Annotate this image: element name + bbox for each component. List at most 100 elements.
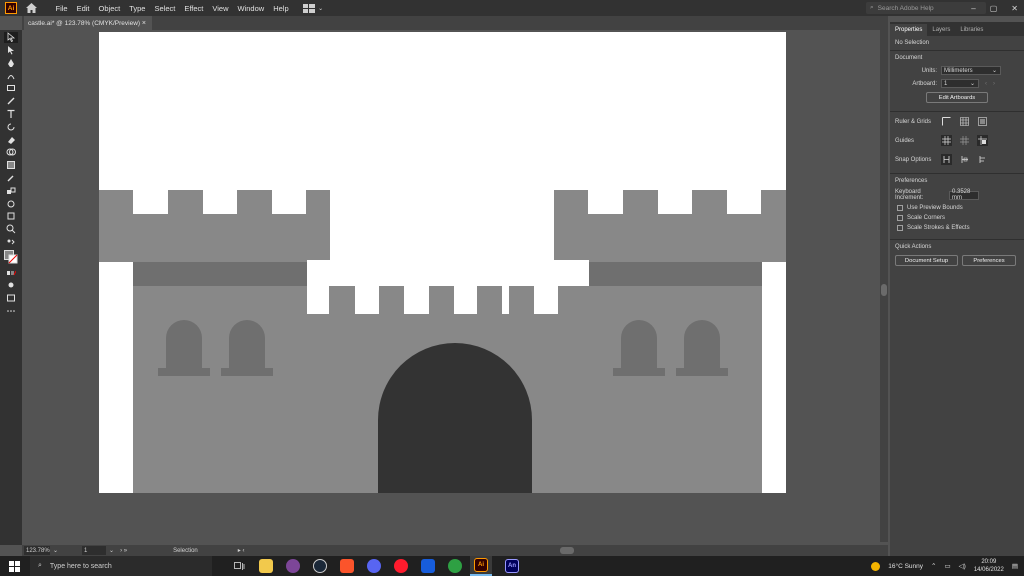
rotate-tool[interactable] (4, 121, 18, 132)
taskbar-search-input[interactable]: ⌕ Type here to search (30, 556, 212, 576)
vertical-scrollbar[interactable] (880, 30, 888, 542)
eraser-tool[interactable] (4, 134, 18, 145)
zoom-level-field[interactable]: 123.78% (24, 546, 50, 555)
units-dropdown[interactable]: Millimeters ⌄ (941, 66, 1001, 75)
notifications-icon[interactable]: ▤ (1012, 562, 1018, 570)
discord-icon[interactable] (367, 559, 381, 573)
tab-libraries[interactable]: Libraries (955, 24, 988, 36)
eyedropper-tool[interactable] (4, 173, 18, 184)
help-search-input[interactable]: ⌕ Search Adobe Help (866, 2, 986, 14)
horizontal-scroll-thumb[interactable] (560, 547, 574, 554)
color-mode-icon[interactable] (4, 267, 18, 278)
workspace-switcher[interactable]: ⌄ (303, 3, 323, 13)
panel-tabs: Properties Layers Libraries (890, 22, 1024, 36)
weather-sun-icon (871, 561, 881, 571)
tor-browser-icon[interactable] (286, 559, 300, 573)
close-button[interactable]: ✕ (1011, 4, 1018, 13)
edit-artboards-button[interactable]: Edit Artboards (926, 92, 988, 103)
checkbox-box[interactable] (897, 225, 903, 231)
artboard[interactable] (99, 32, 786, 493)
artboard-chevron-icon[interactable]: ⌄ (109, 547, 114, 554)
selection-tool[interactable] (4, 31, 18, 43)
next-artboard-icon[interactable]: › (993, 81, 995, 87)
blend-tool[interactable] (4, 185, 18, 196)
artboard-number-field[interactable]: 1 (82, 546, 107, 555)
more-tools-icon[interactable] (4, 306, 18, 317)
lock-guides-icon[interactable] (959, 135, 970, 146)
menu-file[interactable]: File (51, 4, 72, 13)
maximize-button[interactable]: ▢ (990, 4, 998, 13)
bitwarden-icon[interactable] (421, 559, 435, 573)
close-tab-button[interactable]: × (142, 20, 146, 27)
taskbar-illustrator-button[interactable]: Ai (470, 556, 492, 576)
gradient-tool[interactable] (4, 160, 18, 171)
grid-icon[interactable] (959, 116, 970, 127)
status-menu-icon[interactable]: ▸ ‹ (238, 547, 245, 554)
checkbox-box[interactable] (897, 215, 903, 221)
keyboard-increment-label: Keyboard Increment: (895, 189, 924, 201)
checkbox-box[interactable] (897, 205, 903, 211)
scale-strokes-checkbox[interactable]: Scale Strokes & Effects (897, 225, 1019, 231)
volume-icon[interactable]: ◁) (959, 562, 966, 570)
network-icon[interactable]: ▭ (944, 562, 950, 570)
direct-selection-tool[interactable] (4, 45, 18, 56)
rectangle-tool[interactable] (4, 83, 18, 94)
tab-properties[interactable]: Properties (890, 24, 928, 36)
preferences-button[interactable]: Preferences (962, 255, 1016, 266)
curvature-tool[interactable] (4, 70, 18, 81)
transparency-grid-icon[interactable] (977, 116, 988, 127)
menu-object[interactable]: Object (94, 4, 125, 13)
hand-tool[interactable] (4, 224, 18, 235)
snap-to-glyph-icon[interactable] (977, 154, 988, 165)
show-guides-icon[interactable] (941, 135, 952, 146)
document-setup-button[interactable]: Document Setup (895, 255, 958, 266)
zoom-chevron-icon[interactable]: ⌄ (53, 547, 58, 554)
fill-stroke-swatch[interactable] (4, 249, 18, 265)
snap-to-pixel-icon[interactable] (959, 154, 970, 165)
menu-select[interactable]: Select (150, 4, 180, 13)
home-icon[interactable] (25, 2, 37, 14)
xbox-icon[interactable] (448, 559, 462, 573)
taskbar-clock[interactable]: 20:09 14/06/2022 (974, 558, 1004, 574)
symbol-sprayer-tool[interactable] (4, 198, 18, 209)
menu-view[interactable]: View (208, 4, 233, 13)
minimize-button[interactable]: – (971, 4, 975, 13)
menu-type[interactable]: Type (125, 4, 150, 13)
document-tab[interactable]: castle.ai* @ 123.78% (CMYK/Preview) × (24, 16, 152, 30)
file-explorer-icon[interactable] (259, 559, 273, 573)
tab-layers[interactable]: Layers (927, 24, 955, 36)
prev-artboard-icon[interactable]: ‹ (985, 81, 987, 87)
use-preview-bounds-checkbox[interactable]: Use Preview Bounds (897, 205, 1019, 211)
weather-text[interactable]: 16°C Sunny (888, 563, 923, 570)
animate-app-icon[interactable]: An (505, 559, 519, 573)
scale-corners-checkbox[interactable]: Scale Corners (897, 215, 1019, 221)
zoom-tool[interactable] (4, 237, 18, 248)
opera-gx-icon[interactable] (394, 559, 408, 573)
task-view-icon[interactable] (232, 559, 246, 573)
screen-mode-icon[interactable] (4, 293, 18, 304)
ruler-icon[interactable] (941, 116, 952, 127)
smart-guides-icon[interactable] (977, 135, 988, 146)
windows-start-icon[interactable] (6, 558, 22, 574)
brave-icon[interactable] (340, 559, 354, 573)
keyboard-increment-input[interactable]: 0.3528 mm (949, 189, 979, 201)
artboard-dropdown[interactable]: 1 ⌄ (941, 79, 979, 88)
steam-icon[interactable] (313, 559, 327, 573)
vertical-scroll-thumb[interactable] (881, 284, 887, 296)
artboard-tool[interactable] (4, 211, 18, 222)
artboard-nav-icon[interactable]: › » (120, 548, 127, 554)
paintbrush-tool[interactable] (4, 96, 18, 107)
menu-effect[interactable]: Effect (180, 4, 208, 13)
snap-to-point-icon[interactable] (941, 154, 952, 165)
pen-tool[interactable] (4, 57, 18, 68)
type-tool[interactable] (4, 109, 18, 120)
shape-builder-tool[interactable] (4, 147, 18, 158)
canvas-area[interactable] (22, 30, 880, 542)
draw-mode-icon[interactable] (4, 280, 18, 291)
artboard-value: 1 (944, 80, 948, 87)
chevron-down-icon: ⌄ (991, 68, 997, 74)
menu-help[interactable]: Help (269, 4, 293, 13)
menu-window[interactable]: Window (233, 4, 269, 13)
tray-chevron-up-icon[interactable]: ⌃ (931, 562, 936, 570)
menu-edit[interactable]: Edit (72, 4, 94, 13)
